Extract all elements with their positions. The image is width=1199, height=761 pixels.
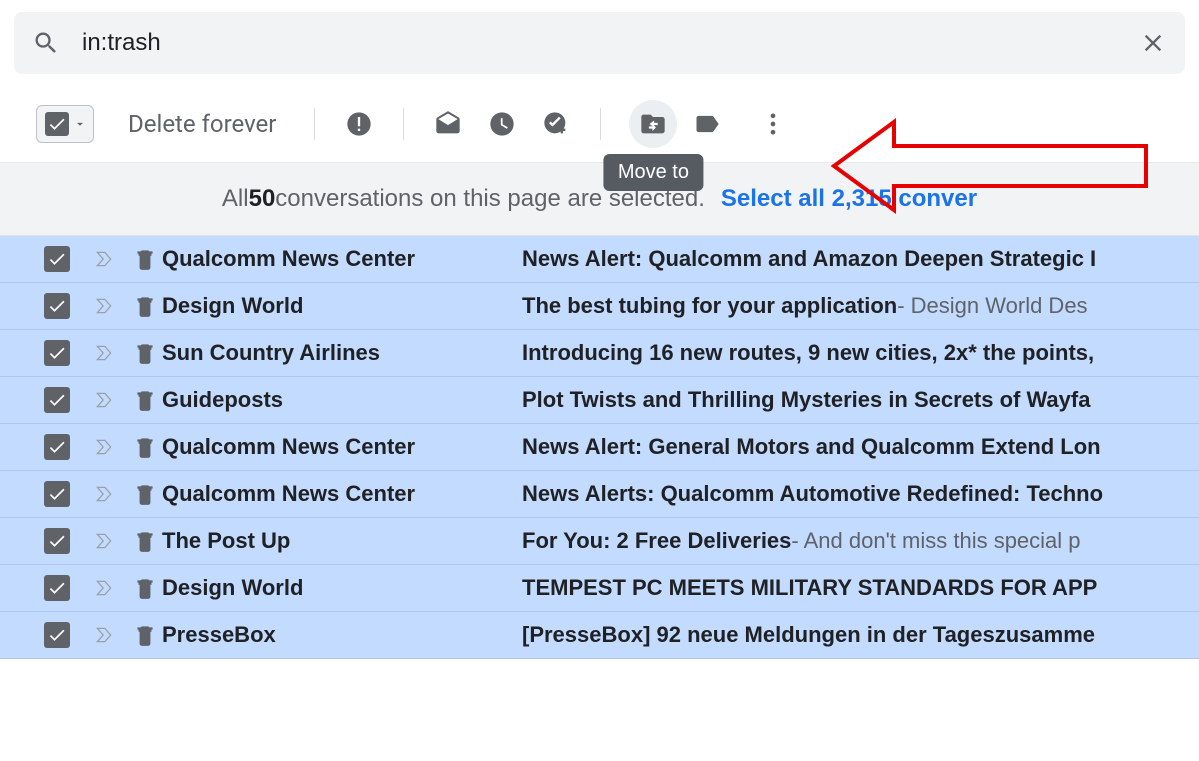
report-spam-button[interactable] — [335, 100, 383, 148]
move-to-button[interactable]: Move to — [629, 100, 677, 148]
trash-icon — [132, 340, 158, 366]
snooze-button[interactable] — [478, 100, 526, 148]
importance-marker-icon[interactable] — [90, 531, 118, 551]
clear-search-icon[interactable] — [1139, 29, 1167, 57]
banner-text-prefix: All — [222, 185, 249, 213]
row-subject: News Alert: General Motors and Qualcomm … — [522, 434, 1101, 460]
email-row[interactable]: Qualcomm News Center News Alerts: Qualco… — [0, 471, 1199, 518]
row-sender: Qualcomm News Center — [162, 246, 522, 272]
folder-arrow-icon — [639, 110, 667, 138]
trash-icon — [132, 528, 158, 554]
trash-icon — [132, 246, 158, 272]
row-sender: Design World — [162, 293, 522, 319]
email-row[interactable]: Qualcomm News Center News Alert: General… — [0, 424, 1199, 471]
search-input[interactable] — [82, 29, 1127, 57]
more-vert-icon — [759, 110, 787, 138]
row-sender: Qualcomm News Center — [162, 481, 522, 507]
email-row[interactable]: Design World The best tubing for your ap… — [0, 283, 1199, 330]
selection-banner: All 50 conversations on this page are se… — [0, 163, 1199, 236]
row-sender: Design World — [162, 575, 522, 601]
toolbar: Delete forever Move to — [0, 86, 1199, 163]
importance-marker-icon[interactable] — [90, 437, 118, 457]
importance-marker-icon[interactable] — [90, 625, 118, 645]
trash-icon — [132, 575, 158, 601]
email-row[interactable]: The Post Up For You: 2 Free Deliveries -… — [0, 518, 1199, 565]
checkbox-checked-icon — [45, 112, 69, 136]
row-checkbox[interactable] — [44, 293, 70, 319]
divider — [314, 108, 315, 140]
row-checkbox[interactable] — [44, 481, 70, 507]
select-all-button[interactable] — [36, 105, 94, 143]
trash-icon — [132, 622, 158, 648]
row-subject: Plot Twists and Thrilling Mysteries in S… — [522, 387, 1090, 413]
email-row[interactable]: Design World TEMPEST PC MEETS MILITARY S… — [0, 565, 1199, 612]
add-to-tasks-button[interactable] — [532, 100, 580, 148]
email-row[interactable]: PresseBox [PresseBox] 92 neue Meldungen … — [0, 612, 1199, 659]
row-subject: Introducing 16 new routes, 9 new cities,… — [522, 340, 1094, 366]
importance-marker-icon[interactable] — [90, 578, 118, 598]
row-checkbox[interactable] — [44, 246, 70, 272]
exclamation-icon — [345, 110, 373, 138]
clock-icon — [488, 110, 516, 138]
row-sender: Guideposts — [162, 387, 522, 413]
row-checkbox[interactable] — [44, 434, 70, 460]
email-row[interactable]: Guideposts Plot Twists and Thrilling Mys… — [0, 377, 1199, 424]
row-subject: [PresseBox] 92 neue Meldungen in der Tag… — [522, 622, 1095, 648]
caret-down-icon — [73, 117, 87, 131]
trash-icon — [132, 481, 158, 507]
search-icon[interactable] — [32, 29, 60, 57]
divider — [600, 108, 601, 140]
row-sender: Qualcomm News Center — [162, 434, 522, 460]
row-preview: - And don't miss this special p — [791, 528, 1080, 554]
mail-open-icon — [434, 110, 462, 138]
row-checkbox[interactable] — [44, 387, 70, 413]
email-row[interactable]: Qualcomm News Center News Alert: Qualcom… — [0, 236, 1199, 283]
importance-marker-icon[interactable] — [90, 343, 118, 363]
row-checkbox[interactable] — [44, 622, 70, 648]
row-preview: - Design World Des — [897, 293, 1087, 319]
row-checkbox[interactable] — [44, 528, 70, 554]
importance-marker-icon[interactable] — [90, 484, 118, 504]
row-sender: Sun Country Airlines — [162, 340, 522, 366]
delete-forever-button[interactable]: Delete forever — [128, 110, 276, 138]
email-list: Qualcomm News Center News Alert: Qualcom… — [0, 236, 1199, 659]
row-sender: The Post Up — [162, 528, 522, 554]
divider — [403, 108, 404, 140]
tooltip-move-to: Move to — [604, 154, 703, 191]
select-all-conversations-link[interactable]: Select all 2,315 conver — [721, 185, 977, 213]
row-sender: PresseBox — [162, 622, 522, 648]
trash-icon — [132, 434, 158, 460]
row-checkbox[interactable] — [44, 575, 70, 601]
task-add-icon — [542, 110, 570, 138]
row-subject: News Alerts: Qualcomm Automotive Redefin… — [522, 481, 1103, 507]
trash-icon — [132, 387, 158, 413]
importance-marker-icon[interactable] — [90, 296, 118, 316]
row-subject: News Alert: Qualcomm and Amazon Deepen S… — [522, 246, 1096, 272]
importance-marker-icon[interactable] — [90, 390, 118, 410]
label-icon — [693, 110, 721, 138]
more-button[interactable] — [749, 100, 797, 148]
row-subject: TEMPEST PC MEETS MILITARY STANDARDS FOR … — [522, 575, 1097, 601]
mark-read-button[interactable] — [424, 100, 472, 148]
row-subject: For You: 2 Free Deliveries — [522, 528, 791, 554]
importance-marker-icon[interactable] — [90, 249, 118, 269]
trash-icon — [132, 293, 158, 319]
labels-button[interactable] — [683, 100, 731, 148]
row-checkbox[interactable] — [44, 340, 70, 366]
search-bar — [14, 12, 1185, 74]
banner-count: 50 — [249, 185, 276, 213]
email-row[interactable]: Sun Country Airlines Introducing 16 new … — [0, 330, 1199, 377]
row-subject: The best tubing for your application — [522, 293, 897, 319]
